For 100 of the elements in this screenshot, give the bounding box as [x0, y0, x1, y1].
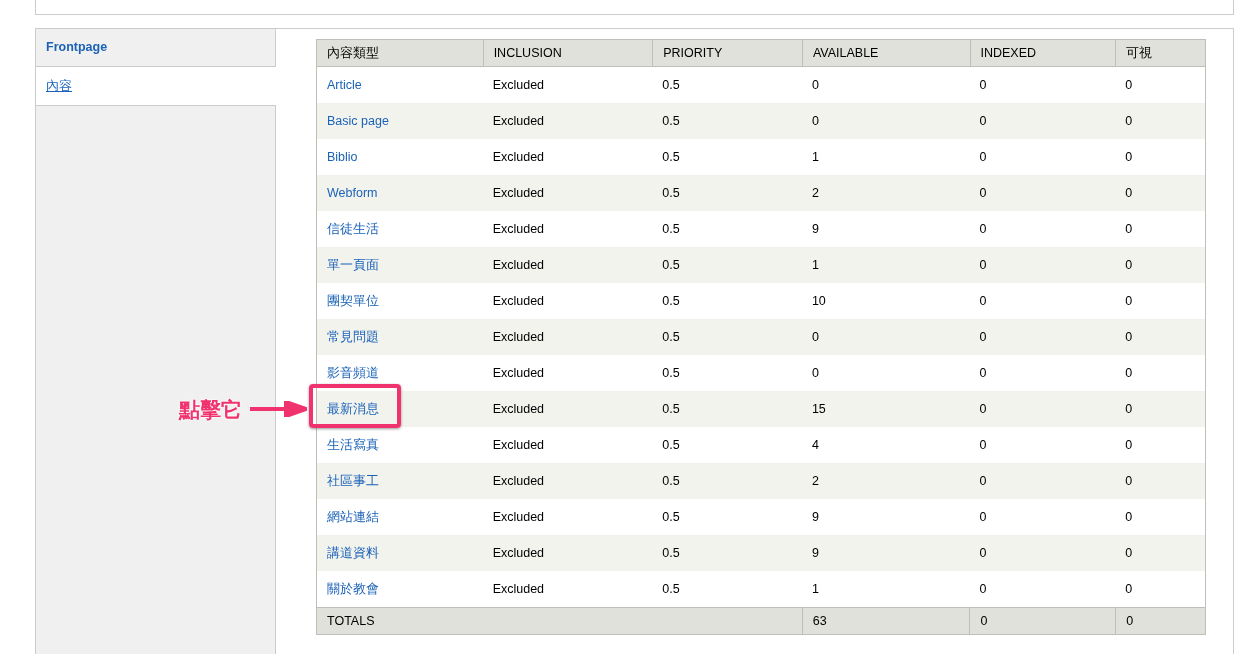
table-cell-text: 0: [978, 112, 988, 130]
table-cell-text: 0.5: [661, 436, 681, 454]
content-type-link[interactable]: 關於教會: [327, 579, 379, 599]
content-type-link[interactable]: 社區事工: [327, 471, 379, 491]
table-cell-text: 0.5: [661, 148, 681, 166]
table-cell-text: 0: [1124, 328, 1134, 346]
table-cell-text: 0.5: [661, 364, 681, 382]
table-cell-text: 0: [978, 580, 988, 598]
table-cell-text: Excluded: [491, 400, 546, 418]
table-cell-text: 0: [978, 436, 988, 454]
content-type-link[interactable]: Basic page: [327, 111, 389, 131]
table-cell-text: 0: [978, 472, 988, 490]
totals-label: TOTALS: [326, 612, 376, 630]
table-cell-text: 1: [810, 256, 820, 274]
table-cell-text: 0: [978, 256, 988, 274]
table-cell-text: 0: [810, 76, 820, 94]
table-cell-text: 0.5: [661, 76, 681, 94]
table-cell-text: 0.5: [661, 184, 681, 202]
table-cell-text: 0: [1124, 364, 1134, 382]
table-cell-text: 0: [1124, 148, 1134, 166]
table-cell-text: Excluded: [491, 544, 546, 562]
table-cell-text: 0: [978, 292, 988, 310]
table-cell-text: 0: [1124, 544, 1134, 562]
content-type-link[interactable]: 常見問題: [327, 327, 379, 347]
table-cell: 0: [1115, 608, 1205, 634]
table-cell-text: 0.5: [661, 508, 681, 526]
content-type-link[interactable]: 網站連結: [327, 507, 379, 527]
table-cell-text: 0.5: [661, 580, 681, 598]
column-header: PRIORITY: [652, 40, 802, 66]
table-cell-text: 0: [1124, 184, 1134, 202]
content-type-link[interactable]: Biblio: [327, 147, 358, 167]
table-cell-text: 0.5: [661, 256, 681, 274]
table-cell-text: Excluded: [491, 436, 546, 454]
table-cell-text: 0: [978, 364, 988, 382]
table-cell-text: 0: [810, 364, 820, 382]
table-cell-text: 0: [978, 184, 988, 202]
content-type-link[interactable]: 最新消息: [327, 399, 379, 419]
table-cell-text: 0.5: [661, 328, 681, 346]
table-cell-text: 9: [810, 544, 820, 562]
table-cell-text: 0.5: [661, 544, 681, 562]
table-cell-text: 0: [1124, 76, 1134, 94]
table-cell-text: 1: [810, 148, 820, 166]
table-cell-text: Excluded: [491, 292, 546, 310]
column-header: INCLUSION: [482, 40, 653, 66]
table-cell-text: 0: [978, 148, 988, 166]
table-cell-text: 0: [1124, 292, 1134, 310]
table-cell-text: Excluded: [491, 76, 546, 94]
column-header: 內容類型: [326, 44, 380, 62]
column-header: AVAILABLE: [801, 40, 970, 66]
table-cell-text: 0: [978, 328, 988, 346]
table-cell-text: 0.5: [661, 400, 681, 418]
content-type-link[interactable]: 團契單位: [327, 291, 379, 311]
table-cell-text: 0.5: [661, 220, 681, 238]
table-cell-text: 0: [978, 220, 988, 238]
column-header: INDEXED: [969, 40, 1116, 66]
table-cell-text: 2: [810, 184, 820, 202]
content-type-link[interactable]: 單一頁面: [327, 255, 379, 275]
annotation-label: 點擊它: [179, 397, 242, 423]
table-cell-text: 0: [978, 400, 988, 418]
table-cell-text: 0: [1124, 580, 1134, 598]
table-cell-text: Excluded: [491, 508, 546, 526]
arrow-icon: [250, 401, 307, 417]
content-type-link[interactable]: 生活寫真: [327, 435, 379, 455]
table-cell-text: 10: [810, 292, 827, 310]
table-cell-text: Excluded: [491, 256, 546, 274]
table-cell-text: Excluded: [491, 220, 546, 238]
table-cell-text: Excluded: [491, 364, 546, 382]
table-cell-text: Excluded: [491, 472, 546, 490]
table-cell-text: 0.5: [661, 292, 681, 310]
content-type-link[interactable]: 講道資料: [327, 543, 379, 563]
table-cell-text: 2: [810, 472, 820, 490]
table-cell-text: 15: [810, 400, 827, 418]
table-cell-text: Excluded: [491, 328, 546, 346]
table-cell: 63: [801, 608, 970, 634]
table-cell: 0: [969, 608, 1116, 634]
vertical-tab[interactable]: 內容: [36, 67, 276, 106]
table-cell-text: 0: [978, 76, 988, 94]
table-cell-text: Excluded: [491, 580, 546, 598]
table-cell-text: Excluded: [491, 184, 546, 202]
content-type-link[interactable]: 影音頻道: [327, 363, 379, 383]
table-cell-text: 9: [810, 508, 820, 526]
column-header: 可視: [1115, 40, 1205, 66]
table-cell-text: Excluded: [491, 112, 546, 130]
table-cell-text: 0: [1124, 256, 1134, 274]
content-type-link[interactable]: Article: [327, 75, 362, 95]
table-cell-text: 9: [810, 220, 820, 238]
table-cell-text: 0: [1124, 400, 1134, 418]
table-cell-text: 0: [1124, 472, 1134, 490]
table-cell-text: 0: [1124, 220, 1134, 238]
table-cell-text: 0.5: [661, 112, 681, 130]
content-type-link[interactable]: Webform: [327, 183, 378, 203]
table-cell-text: 4: [810, 436, 820, 454]
table-cell-text: Excluded: [491, 148, 546, 166]
table-cell-text: 0: [810, 112, 820, 130]
content-type-link[interactable]: 信徒生活: [327, 219, 379, 239]
table-cell-text: 1: [810, 580, 820, 598]
table-cell-text: 0: [1124, 436, 1134, 454]
table-cell-text: 0: [1124, 112, 1134, 130]
table-cell-text: 0: [978, 544, 988, 562]
table-cell-text: 0.5: [661, 472, 681, 490]
